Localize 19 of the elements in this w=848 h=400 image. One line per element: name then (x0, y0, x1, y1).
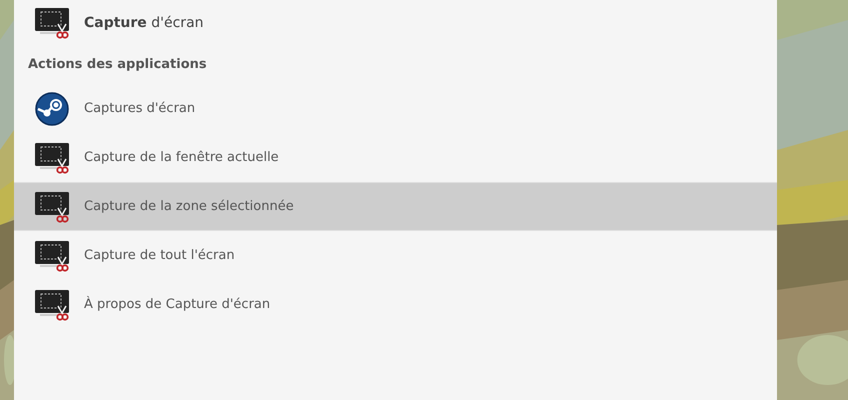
action-label: À propos de Capture d'écran (84, 295, 270, 314)
action-item[interactable]: Capture de la zone sélectionnée (14, 182, 777, 231)
action-label: Capture de tout l'écran (84, 246, 235, 265)
monitor-scissors-icon (34, 142, 70, 174)
action-item[interactable]: Captures d'écran (14, 84, 777, 133)
action-label: Capture de la fenêtre actuelle (84, 148, 279, 167)
action-label: Captures d'écran (84, 100, 196, 118)
monitor-scissors-icon (34, 240, 70, 272)
action-label: Capture de la zone sélectionnée (84, 198, 294, 216)
monitor-scissors-icon (34, 288, 70, 320)
section-header: Actions des applications (28, 56, 207, 74)
action-item[interactable]: Capture de la fenêtre actuelle (14, 133, 777, 182)
action-item[interactable]: À propos de Capture d'écran (14, 280, 777, 329)
result-label: Capture d'écran (84, 14, 204, 32)
action-item[interactable]: Capture de tout l'écran (14, 231, 777, 280)
steam-icon (35, 92, 69, 126)
search-result-item[interactable]: Capture d'écran (14, 0, 777, 46)
monitor-scissors-icon (34, 190, 70, 222)
monitor-scissors-icon (34, 7, 70, 39)
